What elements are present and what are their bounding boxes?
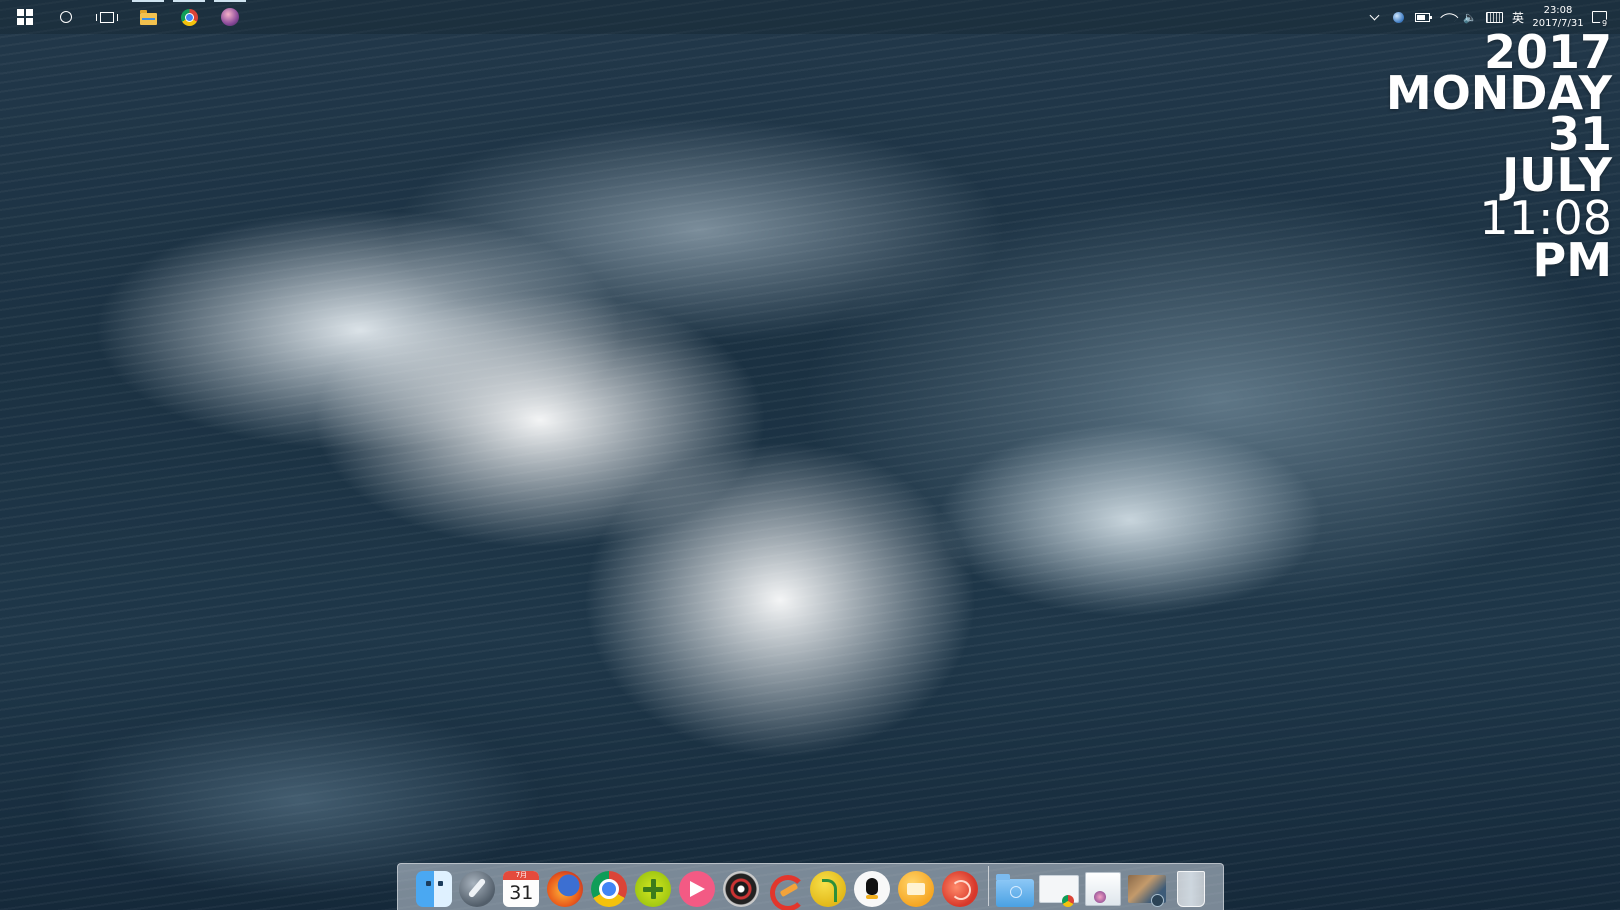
disc-player-icon bbox=[722, 871, 759, 907]
mail-icon bbox=[897, 871, 934, 907]
dock-firefox[interactable] bbox=[546, 869, 585, 909]
dock-ccleaner[interactable] bbox=[765, 869, 807, 910]
files-stack-icon bbox=[1085, 872, 1122, 906]
calendar-month-label: 7月 bbox=[503, 871, 540, 880]
tray-globe-button[interactable] bbox=[1386, 0, 1410, 34]
speaker-icon: 🔈 bbox=[1463, 10, 1477, 24]
task-view-icon bbox=[96, 11, 118, 23]
volume-button[interactable]: 🔈 bbox=[1458, 0, 1482, 34]
taskbar: 🔈 英 23:08 2017/7/31 9 bbox=[0, 0, 1620, 34]
calendar-icon: 7月 31 bbox=[503, 871, 540, 907]
document-stack-icon bbox=[1038, 875, 1079, 907]
show-hidden-icons-button[interactable] bbox=[1362, 0, 1386, 34]
dock: 7月 31 bbox=[397, 863, 1224, 910]
avatar-icon bbox=[221, 8, 239, 26]
cortana-circle-icon bbox=[60, 11, 72, 23]
battery-icon bbox=[1414, 12, 1432, 22]
chevron-up-icon bbox=[1369, 10, 1379, 20]
dock-music-app[interactable] bbox=[809, 869, 848, 909]
trash-icon bbox=[1176, 871, 1205, 907]
network-button[interactable] bbox=[1434, 0, 1459, 34]
finder-icon bbox=[415, 871, 452, 907]
dock-document-stack[interactable] bbox=[1038, 869, 1079, 909]
dock-files-stack[interactable] bbox=[1083, 869, 1122, 909]
dock-launchpad[interactable] bbox=[458, 869, 497, 909]
chrome-icon bbox=[591, 871, 627, 907]
task-view-button[interactable] bbox=[88, 0, 126, 34]
start-button[interactable] bbox=[6, 0, 44, 34]
shell-app-icon bbox=[941, 871, 978, 907]
desktop-wallpaper[interactable]: 🔈 英 23:08 2017/7/31 9 2017 MONDAY 31 JUL… bbox=[0, 0, 1620, 910]
taskbar-left bbox=[6, 0, 252, 34]
dock-chrome[interactable] bbox=[589, 869, 628, 909]
dock-plus-app[interactable] bbox=[633, 869, 672, 909]
dock-separator bbox=[987, 866, 989, 906]
dock-finder[interactable] bbox=[414, 869, 453, 909]
wifi-icon bbox=[1439, 7, 1459, 27]
paper-plane-icon bbox=[678, 871, 715, 907]
folder-icon bbox=[139, 9, 157, 25]
chrome-taskbar-button[interactable] bbox=[170, 0, 208, 34]
photo-stack-icon bbox=[1127, 875, 1166, 907]
ccleaner-icon bbox=[766, 871, 807, 910]
chrome-icon bbox=[180, 8, 198, 26]
dock-disc-player[interactable] bbox=[721, 869, 760, 909]
firefox-icon bbox=[547, 871, 584, 907]
dock-photo-stack[interactable] bbox=[1127, 869, 1166, 909]
dock-folder[interactable] bbox=[995, 869, 1034, 909]
globe-icon bbox=[1392, 11, 1404, 23]
plus-app-icon bbox=[634, 871, 671, 907]
dock-mail[interactable] bbox=[896, 869, 935, 909]
music-app-icon bbox=[810, 871, 847, 907]
windows-logo-icon bbox=[17, 9, 33, 25]
dock-trash[interactable] bbox=[1171, 869, 1210, 909]
folder-icon bbox=[995, 874, 1034, 907]
dock-shell-app[interactable] bbox=[940, 869, 979, 909]
clock-widget: 2017 MONDAY 31 JULY 11:08 PM bbox=[1386, 29, 1613, 287]
dock-qq[interactable] bbox=[852, 869, 891, 909]
battery-button[interactable] bbox=[1410, 0, 1434, 34]
qq-penguin-icon bbox=[854, 871, 891, 907]
dock-calendar[interactable]: 7月 31 bbox=[502, 869, 541, 909]
user-app-taskbar-button[interactable] bbox=[211, 0, 249, 34]
dock-paper-plane[interactable] bbox=[677, 869, 716, 909]
calendar-day-label: 31 bbox=[509, 882, 534, 904]
clock-month: JULY bbox=[1502, 148, 1612, 202]
file-explorer-button[interactable] bbox=[129, 0, 167, 34]
clock-meridiem: PM bbox=[1532, 233, 1613, 287]
keyboard-icon bbox=[1485, 11, 1503, 23]
taskbar-clock-time: 23:08 bbox=[1543, 5, 1573, 16]
launchpad-rocket-icon bbox=[459, 871, 496, 907]
cortana-search-button[interactable] bbox=[47, 0, 85, 34]
input-language-label: 英 bbox=[1511, 10, 1524, 25]
